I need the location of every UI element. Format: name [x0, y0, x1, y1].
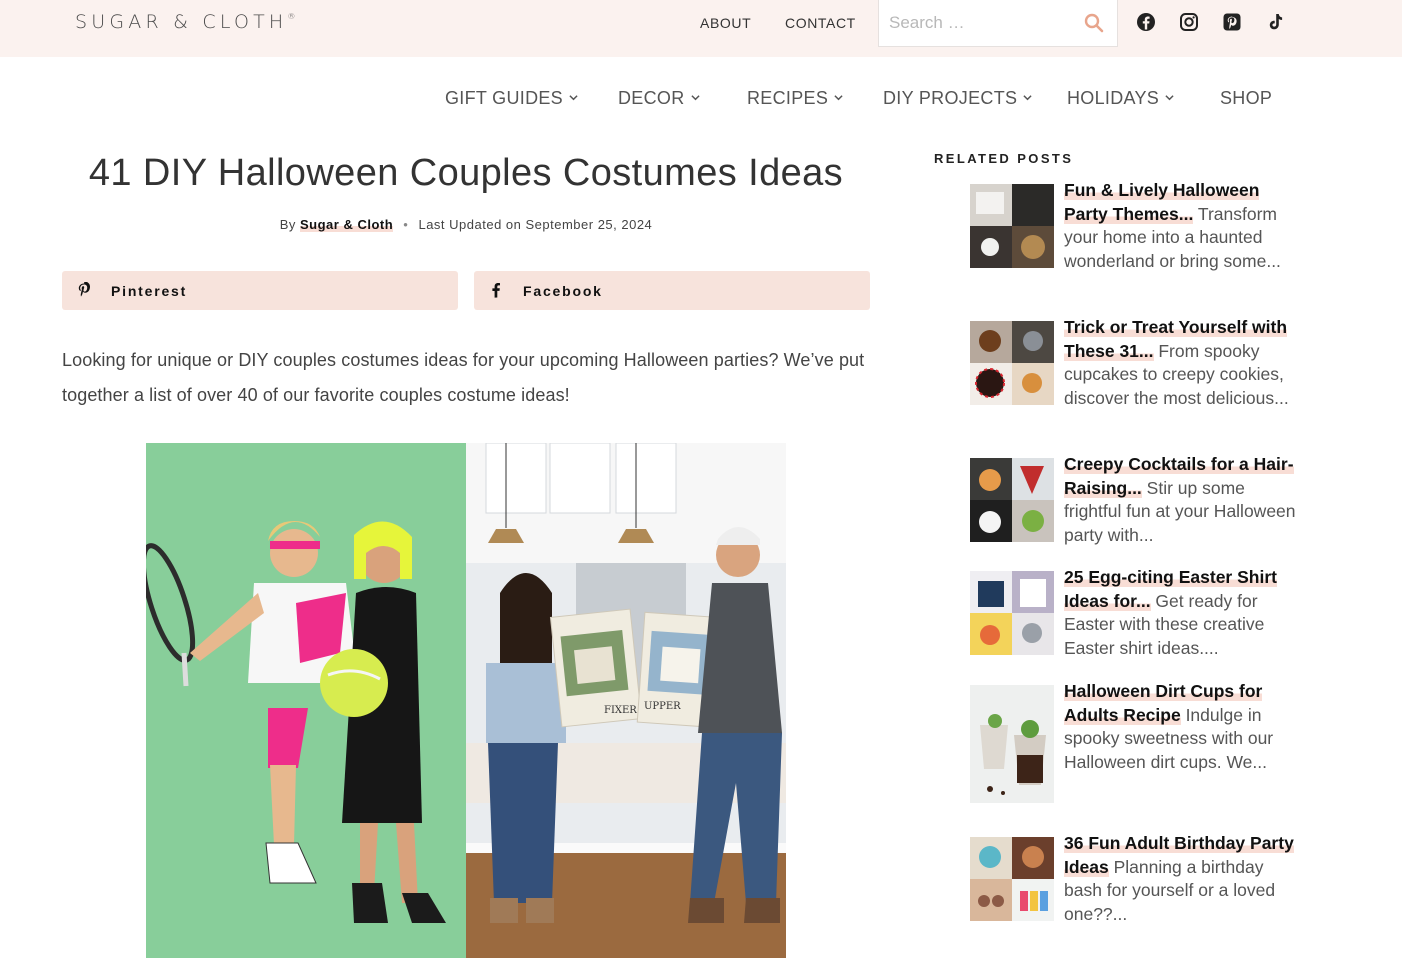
share-pinterest-button[interactable]: Pinterest: [62, 271, 458, 310]
related-post-6[interactable]: 36 Fun Adult Birthday Party Ideas Planni…: [1064, 832, 1296, 926]
nav-label: RECIPES: [747, 88, 829, 108]
related-post-2[interactable]: Trick or Treat Yourself with These 31...…: [1064, 316, 1296, 410]
nav-decor[interactable]: DECOR: [618, 88, 700, 109]
related-post-thumbnail[interactable]: [970, 321, 1054, 405]
related-post-5[interactable]: Halloween Dirt Cups for Adults Recipe In…: [1064, 680, 1296, 774]
tiktok-icon[interactable]: [1264, 11, 1286, 33]
intro-paragraph: Looking for unique or DIY couples costum…: [62, 350, 865, 405]
pinterest-icon[interactable]: [1221, 11, 1243, 33]
related-posts-heading: RELATED POSTS: [934, 151, 1074, 166]
nav-holidays[interactable]: HOLIDAYS: [1067, 88, 1174, 109]
nav-label: DIY PROJECTS: [883, 88, 1018, 108]
costume-photo-tennis: [146, 443, 466, 958]
costume-photo-fixer-upper: FIXER UPPER: [466, 443, 786, 958]
chevron-down-icon: [569, 95, 578, 101]
related-post-thumbnail[interactable]: [970, 458, 1054, 542]
facebook-icon: [492, 283, 500, 298]
related-post-1[interactable]: Fun & Lively Halloween Party Themes... T…: [1064, 179, 1296, 273]
related-post-thumbnail[interactable]: [970, 571, 1054, 655]
upper-sign-text: UPPER: [644, 701, 681, 712]
related-post-thumbnail[interactable]: [970, 837, 1054, 921]
article-meta: By Sugar & Cloth • Last Updated on Septe…: [62, 217, 870, 232]
fixer-sign-text: FIXER: [604, 705, 637, 716]
nav-label: DECOR: [618, 88, 685, 108]
share-label: Pinterest: [111, 283, 188, 299]
related-post-thumbnail[interactable]: [970, 184, 1054, 268]
search-form: [878, 0, 1118, 47]
about-link[interactable]: ABOUT: [700, 15, 751, 31]
facebook-icon[interactable]: [1135, 11, 1157, 33]
share-label: Facebook: [523, 283, 603, 299]
logo-trademark: ®: [287, 12, 296, 21]
chevron-down-icon: [1023, 95, 1032, 101]
chevron-down-icon: [834, 95, 843, 101]
last-updated: Last Updated on September 25, 2024: [418, 217, 653, 232]
nav-recipes[interactable]: RECIPES: [747, 88, 843, 109]
nav-diy-projects[interactable]: DIY PROJECTS: [883, 88, 1032, 109]
nav-label: GIFT GUIDES: [445, 88, 563, 108]
related-post-thumbnail[interactable]: [970, 685, 1054, 803]
byline-prefix: By: [279, 217, 296, 232]
nav-label: HOLIDAYS: [1067, 88, 1160, 108]
nav-shop[interactable]: SHOP: [1220, 88, 1272, 109]
nav-label: SHOP: [1220, 88, 1273, 108]
author-link[interactable]: Sugar & Cloth: [299, 217, 394, 232]
article-title: 41 DIY Halloween Couples Costumes Ideas: [88, 152, 844, 194]
share-facebook-button[interactable]: Facebook: [474, 271, 870, 310]
chevron-down-icon: [690, 95, 700, 101]
search-button[interactable]: [1084, 13, 1104, 33]
contact-link[interactable]: CONTACT: [785, 15, 856, 31]
related-post-4[interactable]: 25 Egg-citing Easter Shirt Ideas for... …: [1064, 566, 1296, 660]
meta-separator: •: [403, 217, 409, 232]
related-post-3[interactable]: Creepy Cocktails for a Hair-Raising... S…: [1064, 453, 1296, 547]
logo-text: SUGAR & CLOTH: [75, 11, 288, 33]
search-input[interactable]: [879, 0, 1079, 46]
search-icon: [1084, 13, 1104, 33]
top-bar: SUGAR & CLOTH® ABOUT CONTACT: [0, 0, 1402, 57]
pinterest-icon: [78, 282, 90, 297]
chevron-down-icon: [1165, 95, 1174, 101]
nav-gift-guides[interactable]: GIFT GUIDES: [445, 88, 578, 109]
instagram-icon[interactable]: [1178, 11, 1200, 33]
site-logo[interactable]: SUGAR & CLOTH®: [75, 11, 295, 33]
